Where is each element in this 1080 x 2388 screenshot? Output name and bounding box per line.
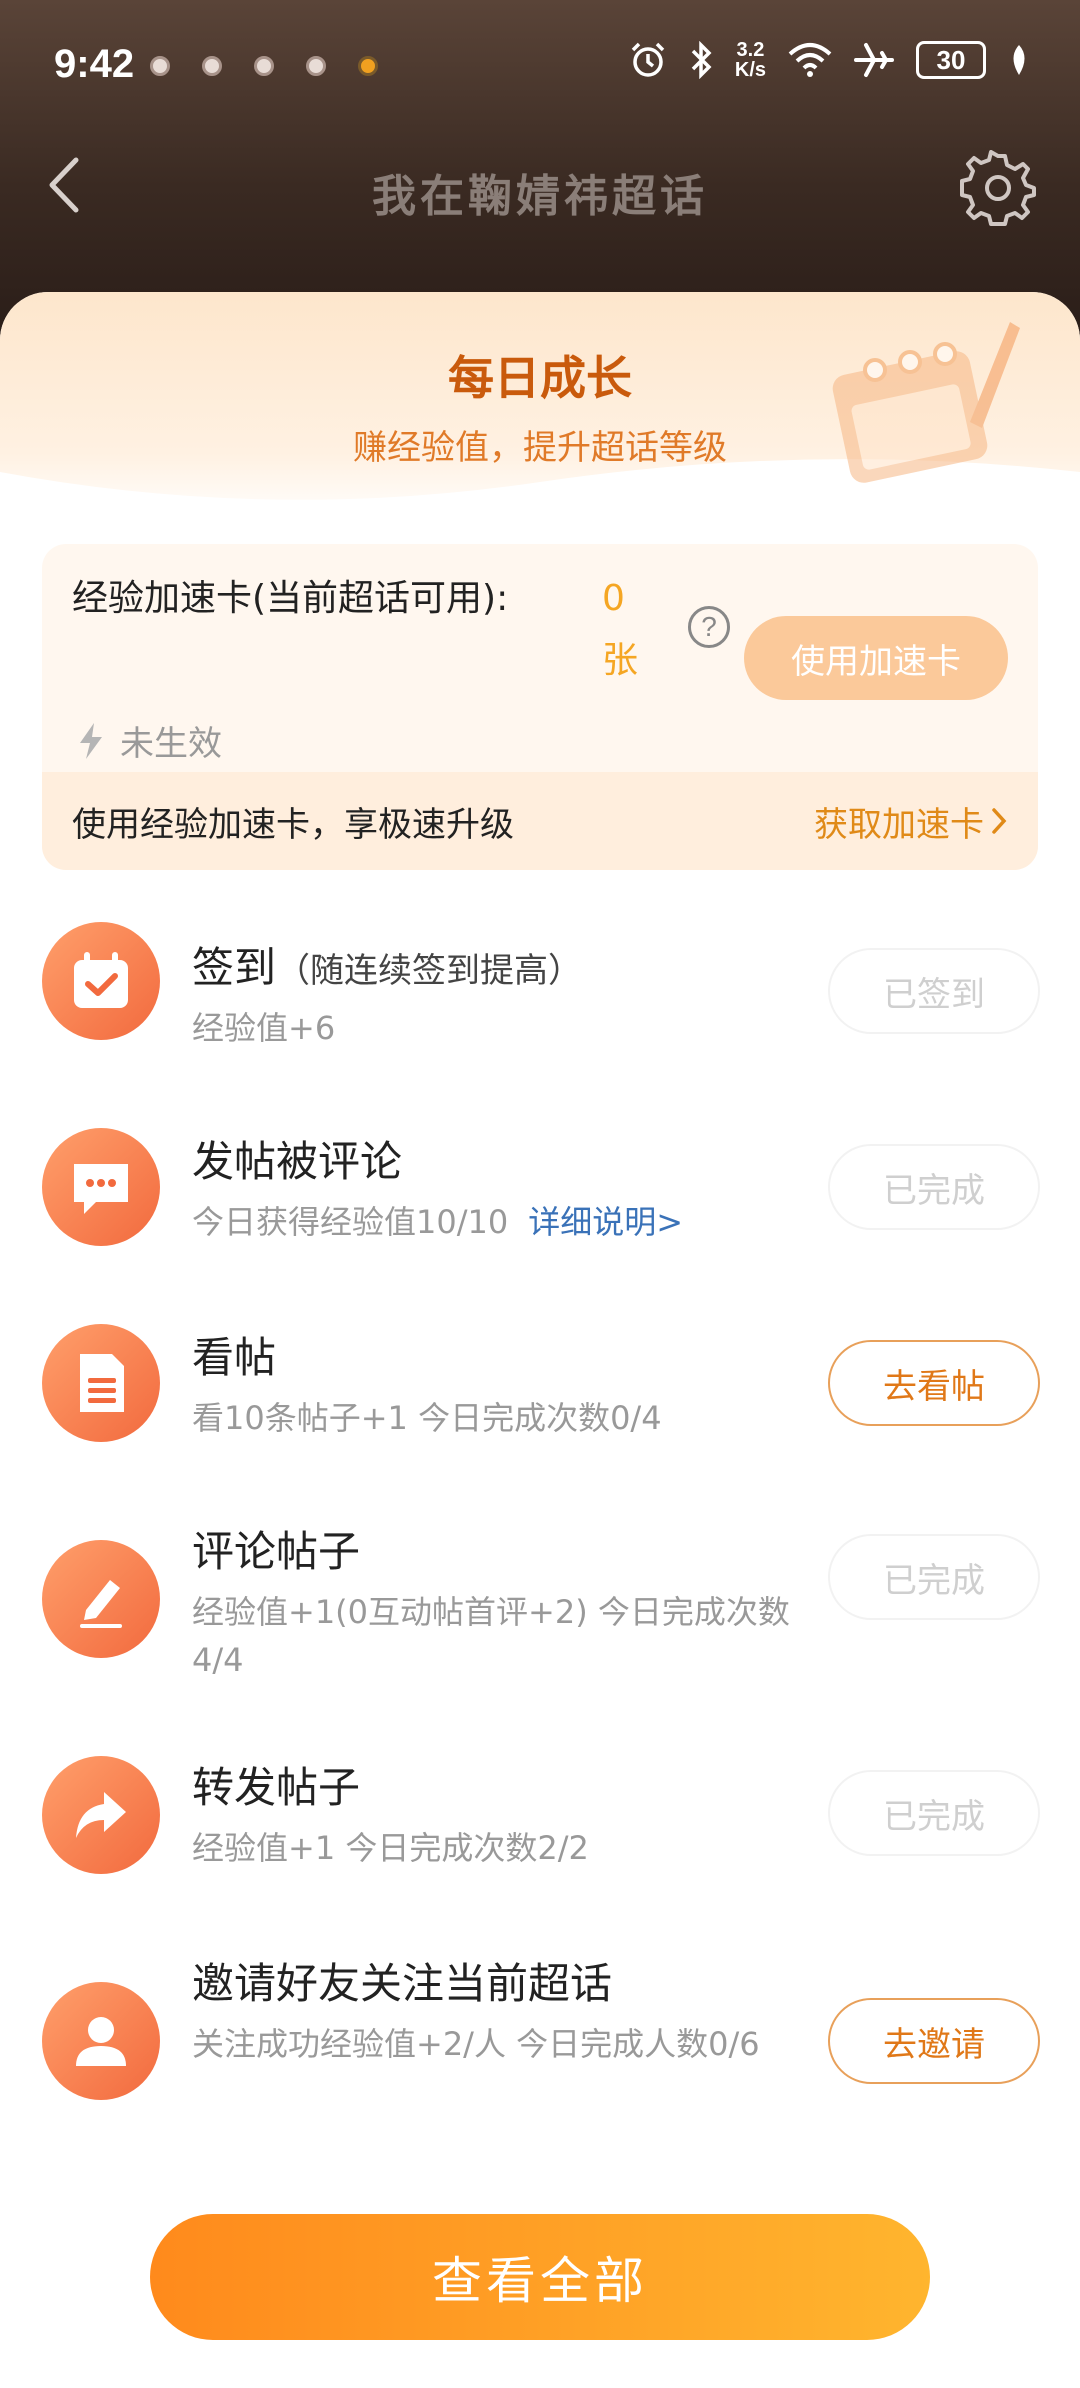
lightning-icon [80,722,102,759]
view-all-button[interactable]: 查看全部 [150,2214,930,2340]
accelerator-card: 经验加速卡(当前超话可用): 0 张 ? 使用加速卡 未生效 使用经验加速卡，享… [42,544,1038,870]
get-accelerator-link[interactable]: 获取加速卡 [814,797,1008,846]
task-title: 邀请好友关注当前超话 [192,1959,613,2008]
details-link[interactable]: 详细说明> [528,1203,683,1241]
task-description-text: 今日获得经验值10/10 [192,1203,509,1241]
task-title: 签到（随连续签到提高） [192,934,582,995]
notification-icon [254,56,274,76]
weibo-notification-icon [358,56,378,76]
task-item-invite-friends: 邀请好友关注当前超话 关注成功经验值+2/人 今日完成人数0/6 去邀请 [0,1922,1080,2122]
completed-button[interactable]: 已完成 [828,1534,1040,1620]
chevron-right-icon [992,808,1007,834]
task-title-text: 签到 [192,943,277,992]
task-description: 经验值+1(0互动帖首评+2) 今日完成次数4/4 [192,1593,790,1679]
settings-button[interactable] [960,150,1036,226]
task-description: 经验值+1 今日完成次数2/2 [192,1829,589,1867]
accelerator-count-value: 0 [602,578,625,619]
hero-subtitle: 赚经验值，提升超话等级 [353,428,727,468]
accelerator-status-text: 未生效 [120,724,222,764]
alarm-icon [631,42,665,77]
task-title-note: （随连续签到提高） [276,951,583,991]
task-item-comment-posts: 评论帖子 经验值+1(0互动帖首评+2) 今日完成次数4/4 已完成 [0,1490,1080,1690]
task-description: 经验值+6 [192,1009,336,1047]
task-item-sign-in: 签到（随连续签到提高） 经验值+6 已签到 [0,904,1080,1064]
calendar-check-icon [42,922,160,1040]
battery-indicator: 30 [916,41,986,79]
gear-icon [960,150,1036,226]
task-item-view-posts: 看帖 看10条帖子+1 今日完成次数0/4 去看帖 [0,1296,1080,1456]
status-indicators: 3.2 K/s 30 [629,40,1030,80]
airplane-icon [854,43,894,77]
document-icon [42,1324,160,1442]
accelerator-card-title: 经验加速卡(当前超话可用): [72,578,509,619]
completed-button[interactable]: 已完成 [828,1770,1040,1856]
navigation-bar: 我在鞠婧祎超话 [0,140,1080,240]
task-title: 发帖被评论 [192,1137,403,1186]
task-title: 看帖 [192,1333,277,1382]
task-description: 关注成功经验值+2/人 今日完成人数0/6 [192,2025,760,2063]
notification-icons [150,56,378,76]
status-time: 9:42 [54,42,135,86]
wifi-icon [788,43,832,77]
notification-icon [202,56,222,76]
share-arrow-icon [42,1756,160,1874]
chat-bubble-icon [42,1128,160,1246]
use-accelerator-button[interactable]: 使用加速卡 [744,616,1008,700]
bluetooth-icon [691,41,712,79]
pencil-icon [42,1540,160,1658]
accelerator-count-unit: 张 [602,640,639,681]
get-accelerator-link-label: 获取加速卡 [814,804,984,845]
accelerator-footer: 使用经验加速卡，享极速升级 获取加速卡 [42,772,1038,870]
network-speed-unit: K/s [734,59,766,81]
status-bar: 9:42 3.2 K/s 30 [0,0,1080,130]
signed-in-button[interactable]: 已签到 [828,948,1040,1034]
help-icon[interactable]: ? [688,606,730,648]
view-posts-button[interactable]: 去看帖 [828,1340,1040,1426]
task-title: 转发帖子 [192,1763,361,1812]
task-description: 看10条帖子+1 今日完成次数0/4 [192,1399,662,1437]
task-description: 今日获得经验值10/10 详细说明> [192,1198,812,1246]
invite-button[interactable]: 去邀请 [828,1998,1040,2084]
page-title: 我在鞠婧祎超话 [372,171,708,222]
leaf-icon [1013,45,1025,75]
accelerator-footer-text: 使用经验加速卡，享极速升级 [72,804,514,845]
user-icon [42,1982,160,2100]
accelerator-status: 未生效 [76,716,222,765]
accelerator-card-count: 0 张 [602,568,662,692]
network-speed: 3.2 K/s [735,40,766,80]
task-item-repost: 转发帖子 经验值+1 今日完成次数2/2 已完成 [0,1726,1080,1886]
notification-icon [150,56,170,76]
completed-button[interactable]: 已完成 [828,1144,1040,1230]
hero-title: 每日成长 [448,351,632,405]
task-title: 评论帖子 [192,1527,361,1576]
network-speed-value: 3.2 [736,39,765,61]
notification-icon [306,56,326,76]
task-item-post-commented: 发帖被评论 今日获得经验值10/10 详细说明> 已完成 [0,1100,1080,1260]
daily-growth-header: 每日成长 赚经验值，提升超话等级 [0,292,1080,522]
